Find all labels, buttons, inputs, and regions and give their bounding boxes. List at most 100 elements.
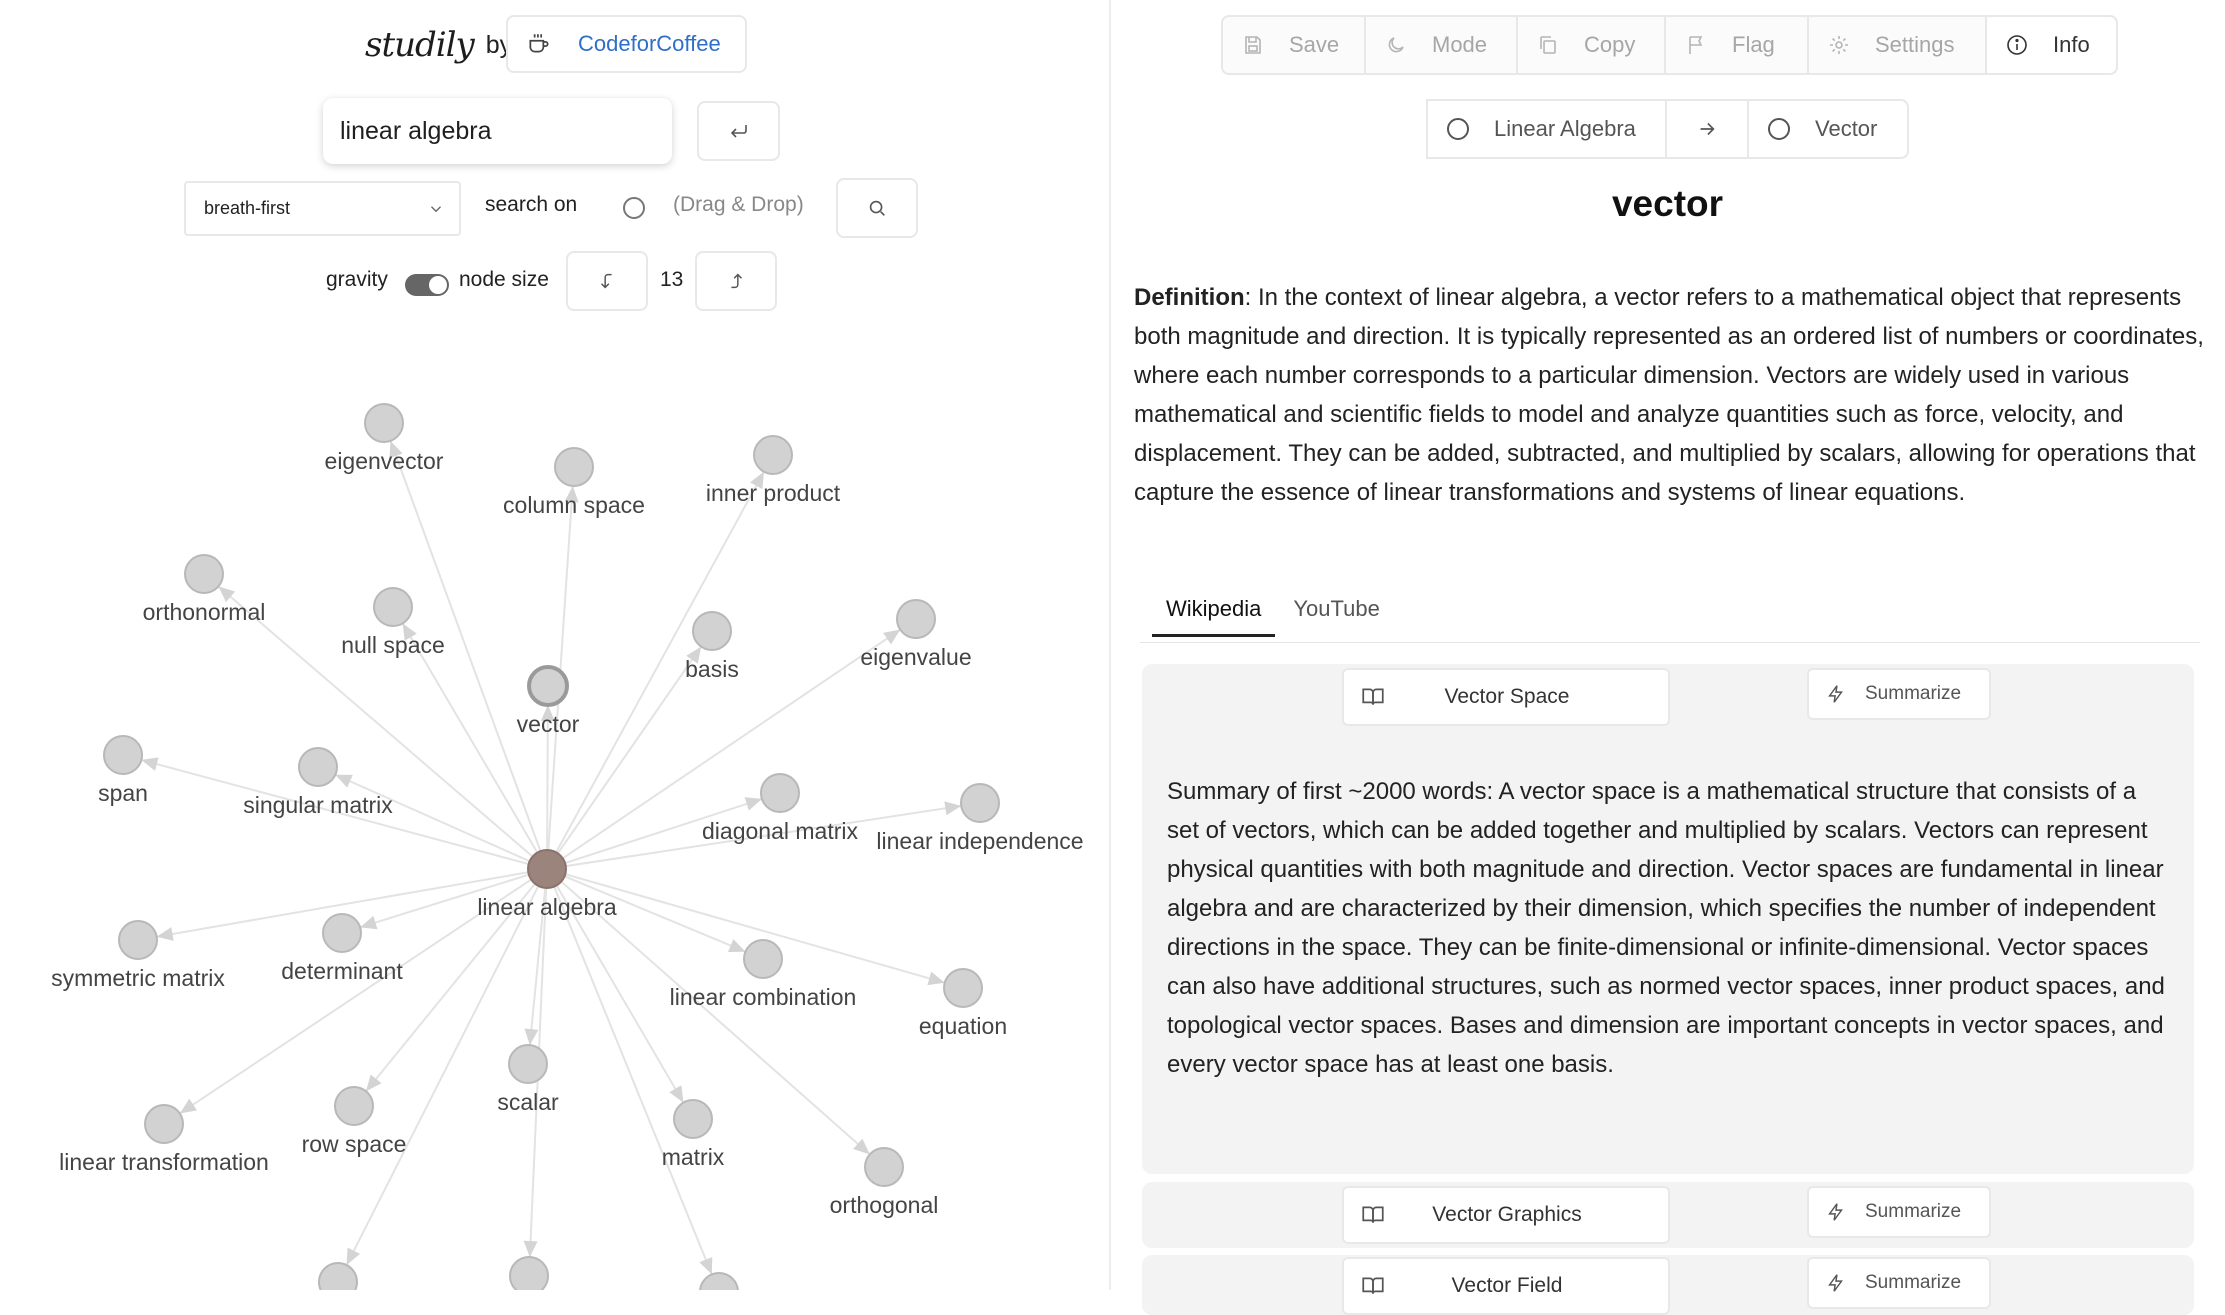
submit-search-button[interactable]	[697, 101, 780, 161]
graph-node-linear-transformation[interactable]	[144, 1104, 184, 1144]
knowledge-graph[interactable]: eigenvector column space inner product orth…	[0, 320, 1109, 1290]
article-title-button[interactable]: Vector Graphics	[1342, 1186, 1670, 1244]
edge-arrowhead	[944, 801, 962, 816]
definition-body: : In the context of linear algebra, a ve…	[1134, 284, 2204, 506]
flag-button[interactable]: Flag	[1664, 15, 1809, 75]
edge-arrowhead	[927, 971, 945, 986]
gear-icon	[1830, 36, 1848, 54]
graph-node-symmetric-matrix[interactable]	[118, 920, 158, 960]
node-label: orthogonal	[830, 1192, 939, 1218]
node-size-increase-button[interactable]	[695, 251, 777, 311]
graph-node-singular-matrix[interactable]	[298, 747, 338, 787]
graph-node-eigenvalue[interactable]	[896, 599, 936, 639]
gravity-toggle[interactable]	[405, 274, 449, 296]
lightning-icon	[1828, 1203, 1843, 1221]
info-button[interactable]: Info	[1985, 15, 2118, 75]
search-button[interactable]	[836, 178, 918, 238]
edge-basis	[546, 646, 702, 870]
enter-icon	[730, 125, 747, 138]
arrow-down-left-icon	[600, 273, 612, 289]
node-label: linear algebra	[477, 894, 617, 920]
graph-panel: studily by CodeforCoffee breath-first se…	[0, 0, 1109, 1290]
graph-node-orthonormal[interactable]	[184, 554, 224, 594]
edge-arrowhead	[744, 797, 762, 811]
graph-node-column-space[interactable]	[554, 447, 594, 487]
article-title: Vector Space	[1444, 685, 1570, 708]
copy-button[interactable]: Copy	[1516, 15, 1666, 75]
summarize-button[interactable]: Summarize	[1807, 668, 1991, 720]
graph-node-basis[interactable]	[692, 611, 732, 651]
node-label: singular matrix	[243, 792, 393, 818]
algorithm-select[interactable]: breath-first	[184, 181, 461, 236]
breadcrumb-vector[interactable]: Vector	[1747, 99, 1909, 159]
tab-wikipedia[interactable]: Wikipedia	[1152, 588, 1276, 637]
graph-node-offscreen-0[interactable]	[318, 1262, 358, 1290]
breadcrumb-linear-algebra[interactable]: Linear Algebra	[1426, 99, 1667, 159]
graph-node-offscreen-2[interactable]	[699, 1272, 739, 1290]
edge-arrowhead	[523, 1240, 538, 1258]
graph-node-center[interactable]	[527, 849, 567, 889]
graph-node-equation[interactable]	[943, 968, 983, 1008]
graph-node-linear-combination[interactable]	[743, 939, 783, 979]
graph-node-determinant[interactable]	[322, 913, 362, 953]
gravity-label: gravity	[326, 268, 388, 291]
summarize-label: Summarize	[1865, 1201, 1962, 1222]
graph-node-offscreen-1[interactable]	[509, 1256, 549, 1290]
graph-node-inner-product[interactable]	[753, 435, 793, 475]
graph-node-matrix[interactable]	[673, 1099, 713, 1139]
code-for-coffee-button[interactable]: CodeforCoffee	[506, 15, 747, 73]
graph-node-row-space[interactable]	[334, 1086, 374, 1126]
graph-node-span[interactable]	[103, 735, 143, 775]
save-label: Save	[1289, 32, 1340, 57]
edge-null-space	[401, 622, 548, 870]
graph-node-linear-independence[interactable]	[960, 783, 1000, 823]
toggle-knob	[429, 276, 447, 294]
summarize-button[interactable]: Summarize	[1807, 1186, 1991, 1238]
breadcrumb-from-label: Linear Algebra	[1494, 116, 1636, 141]
breadcrumb-to-label: Vector	[1815, 116, 1878, 141]
algorithm-value: breath-first	[204, 198, 291, 218]
graph-node-orthogonal[interactable]	[864, 1147, 904, 1187]
edge-singular-matrix	[334, 773, 548, 870]
graph-node-scalar[interactable]	[508, 1044, 548, 1084]
arrow-up-right-icon	[731, 273, 743, 289]
tab-youtube[interactable]: YouTube	[1279, 588, 1393, 637]
copy-label: Copy	[1584, 32, 1636, 57]
node-label: scalar	[497, 1089, 559, 1115]
flag-label: Flag	[1732, 32, 1775, 57]
flag-icon	[1689, 36, 1703, 54]
breadcrumb: Linear Algebra Vector	[1426, 99, 1909, 159]
article-summary: Summary of first ~2000 words: A vector s…	[1167, 778, 2165, 1078]
settings-button[interactable]: Settings	[1807, 15, 1987, 75]
node-label: equation	[919, 1013, 1007, 1039]
edge-arrowhead	[883, 629, 901, 645]
graph-node-eigenvector[interactable]	[364, 403, 404, 443]
graph-node-null-space[interactable]	[373, 587, 413, 627]
node-size-decrease-button[interactable]	[566, 251, 648, 311]
article-title-button[interactable]: Vector Field	[1342, 1257, 1670, 1315]
summarize-button[interactable]: Summarize	[1807, 1257, 1991, 1309]
drag-drop-radio[interactable]	[623, 197, 645, 219]
drag-drop-label: (Drag & Drop)	[673, 193, 804, 216]
node-label: matrix	[662, 1144, 725, 1170]
article-title: Vector Field	[1451, 1274, 1563, 1297]
definition-text: Definition: In the context of linear alg…	[1134, 278, 2204, 512]
book-open-icon	[1362, 1206, 1384, 1223]
moon-icon	[1388, 37, 1404, 53]
wiki-article-card: Vector Field Summarize	[1142, 1255, 2194, 1315]
arrow-right-icon	[1700, 122, 1715, 136]
search-box[interactable]	[323, 98, 672, 164]
article-title-button[interactable]: Vector Space	[1342, 668, 1670, 726]
mode-button[interactable]: Mode	[1364, 15, 1518, 75]
graph-node-diagonal-matrix[interactable]	[760, 773, 800, 813]
search-input[interactable]	[338, 115, 662, 147]
node-label: null space	[341, 632, 445, 658]
save-button[interactable]: Save	[1221, 15, 1366, 75]
edge-arrowhead	[669, 1085, 684, 1103]
graph-node-vector[interactable]	[527, 665, 569, 707]
node-label: linear independence	[876, 828, 1083, 854]
circle-icon	[1447, 118, 1469, 140]
chevron-down-icon	[431, 205, 441, 212]
node-label: eigenvalue	[860, 644, 971, 670]
edge-orthonormal	[217, 585, 548, 870]
